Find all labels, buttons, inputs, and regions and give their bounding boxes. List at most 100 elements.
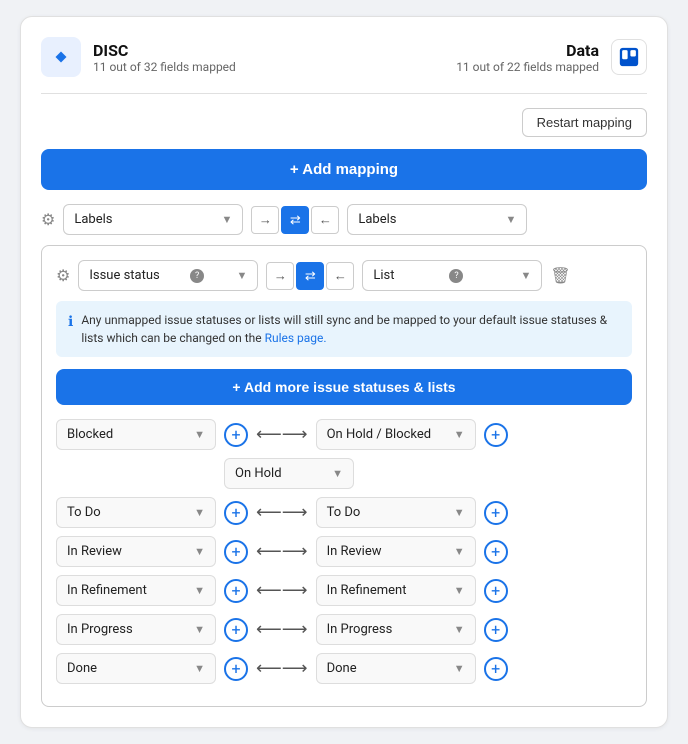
blocked-row: Blocked ▼ + ⟵⟶ On Hold / Blocked ▼ + — [56, 419, 632, 450]
blocked-group: Blocked ▼ + ⟵⟶ On Hold / Blocked ▼ + On … — [56, 419, 632, 489]
main-card: DISC 11 out of 32 fields mapped Data 11 … — [20, 16, 668, 728]
issue-status-help[interactable]: ? — [190, 269, 204, 283]
source-labels-chevron: ▼ — [221, 213, 232, 226]
done-arrow: ⟵⟶ — [256, 658, 308, 679]
in-review-source-select[interactable]: In Review ▼ — [56, 536, 216, 567]
done-row: Done ▼ + ⟵⟶ Done ▼ + — [56, 653, 632, 684]
info-icon: ℹ — [68, 312, 73, 347]
blocked-arrow: ⟵⟶ — [256, 424, 308, 445]
source-section: DISC 11 out of 32 fields mapped — [41, 37, 236, 77]
in-refinement-source-select[interactable]: In Refinement ▼ — [56, 575, 216, 606]
todo-source-select[interactable]: To Do ▼ — [56, 497, 216, 528]
in-review-add-button[interactable]: + — [224, 540, 248, 564]
in-progress-arrow: ⟵⟶ — [256, 619, 308, 640]
on-hold-row: On Hold ▼ — [224, 458, 632, 489]
issue-arrow-both-button[interactable]: ⇄ — [296, 262, 324, 290]
on-hold-label: On Hold — [235, 466, 282, 481]
blocked-dest-add-button[interactable]: + — [484, 423, 508, 447]
list-select[interactable]: List ? ▼ — [362, 260, 542, 291]
in-review-dest-add-button[interactable]: + — [484, 540, 508, 564]
done-dest-select[interactable]: Done ▼ — [316, 653, 476, 684]
dest-labels-label: Labels — [358, 212, 396, 227]
in-review-arrow: ⟵⟶ — [256, 541, 308, 562]
blocked-source-select[interactable]: Blocked ▼ — [56, 419, 216, 450]
in-progress-chevron: ▼ — [194, 623, 205, 636]
in-review-dest-select[interactable]: In Review ▼ — [316, 536, 476, 567]
source-labels-label: Labels — [74, 212, 112, 227]
dest-labels-chevron: ▼ — [505, 213, 516, 226]
list-chevron: ▼ — [520, 269, 531, 282]
in-refinement-add-button[interactable]: + — [224, 579, 248, 603]
arrow-left-button[interactable]: ← — [311, 206, 339, 234]
gear-icon[interactable]: ⚙ — [41, 210, 55, 229]
blocked-add-button[interactable]: + — [224, 423, 248, 447]
source-labels-select[interactable]: Labels ▼ — [63, 204, 243, 235]
in-progress-dest-add-button[interactable]: + — [484, 618, 508, 642]
in-review-dest-chevron: ▼ — [454, 545, 465, 558]
todo-source-label: To Do — [67, 505, 101, 520]
labels-arrow-group: → ⇄ ← — [251, 206, 339, 234]
source-info: DISC 11 out of 32 fields mapped — [93, 41, 236, 74]
todo-dest-select[interactable]: To Do ▼ — [316, 497, 476, 528]
issue-arrow-left-button[interactable]: ← — [326, 262, 354, 290]
in-review-row: In Review ▼ + ⟵⟶ In Review ▼ + — [56, 536, 632, 567]
source-name: DISC — [93, 41, 236, 60]
done-dest-add-button[interactable]: + — [484, 657, 508, 681]
blocked-dest-select[interactable]: On Hold / Blocked ▼ — [316, 419, 476, 450]
in-progress-dest-label: In Progress — [327, 622, 393, 637]
dest-name: Data — [456, 41, 599, 60]
todo-dest-label: To Do — [327, 505, 361, 520]
add-mapping-button[interactable]: + Add mapping — [41, 149, 647, 190]
arrow-right-button[interactable]: → — [251, 206, 279, 234]
in-progress-add-button[interactable]: + — [224, 618, 248, 642]
in-refinement-dest-select[interactable]: In Refinement ▼ — [316, 575, 476, 606]
in-refinement-row: In Refinement ▼ + ⟵⟶ In Refinement ▼ + — [56, 575, 632, 606]
issue-status-header-row: ⚙ Issue status ? ▼ → ⇄ ← List ? ▼ 🗑 — [56, 260, 632, 291]
disc-logo — [41, 37, 81, 77]
source-fields: 11 out of 32 fields mapped — [93, 60, 236, 74]
add-statuses-button[interactable]: + Add more issue statuses & lists — [56, 369, 632, 405]
issue-arrow-group: → ⇄ ← — [266, 262, 354, 290]
in-refinement-dest-add-button[interactable]: + — [484, 579, 508, 603]
done-chevron: ▼ — [194, 662, 205, 675]
done-add-button[interactable]: + — [224, 657, 248, 681]
todo-dest-add-button[interactable]: + — [484, 501, 508, 525]
in-review-source-label: In Review — [67, 544, 122, 559]
on-hold-chevron: ▼ — [332, 467, 343, 480]
trello-logo — [611, 39, 647, 75]
issue-arrow-right-button[interactable]: → — [266, 262, 294, 290]
in-review-chevron: ▼ — [194, 545, 205, 558]
in-refinement-dest-label: In Refinement — [327, 583, 407, 598]
todo-row: To Do ▼ + ⟵⟶ To Do ▼ + — [56, 497, 632, 528]
done-source-select[interactable]: Done ▼ — [56, 653, 216, 684]
issue-status-label: Issue status — [89, 268, 159, 283]
divider — [41, 93, 647, 94]
issue-mapping-section: ⚙ Issue status ? ▼ → ⇄ ← List ? ▼ 🗑 ℹ An… — [41, 245, 647, 707]
in-progress-source-label: In Progress — [67, 622, 133, 637]
list-help[interactable]: ? — [449, 269, 463, 283]
in-progress-dest-chevron: ▼ — [454, 623, 465, 636]
todo-add-button[interactable]: + — [224, 501, 248, 525]
delete-icon[interactable]: 🗑 — [550, 266, 570, 285]
rules-page-link[interactable]: Rules page. — [265, 331, 327, 345]
list-label: List — [373, 268, 394, 283]
info-text: Any unmapped issue statuses or lists wil… — [81, 311, 620, 347]
todo-arrow: ⟵⟶ — [256, 502, 308, 523]
done-source-label: Done — [67, 661, 97, 676]
todo-chevron: ▼ — [194, 506, 205, 519]
blocked-chevron: ▼ — [194, 428, 205, 441]
in-progress-dest-select[interactable]: In Progress ▼ — [316, 614, 476, 645]
in-refinement-source-label: In Refinement — [67, 583, 147, 598]
blocked-label: Blocked — [67, 427, 113, 442]
on-hold-source-select[interactable]: On Hold ▼ — [224, 458, 354, 489]
in-progress-source-select[interactable]: In Progress ▼ — [56, 614, 216, 645]
dest-labels-select[interactable]: Labels ▼ — [347, 204, 527, 235]
issue-status-select[interactable]: Issue status ? ▼ — [78, 260, 258, 291]
in-refinement-dest-chevron: ▼ — [454, 584, 465, 597]
dest-info: Data 11 out of 22 fields mapped — [456, 41, 599, 74]
restart-mapping-button[interactable]: Restart mapping — [522, 108, 647, 137]
info-box: ℹ Any unmapped issue statuses or lists w… — [56, 301, 632, 357]
arrow-both-button[interactable]: ⇄ — [281, 206, 309, 234]
issue-gear-icon[interactable]: ⚙ — [56, 266, 70, 285]
blocked-dest-chevron: ▼ — [454, 428, 465, 441]
